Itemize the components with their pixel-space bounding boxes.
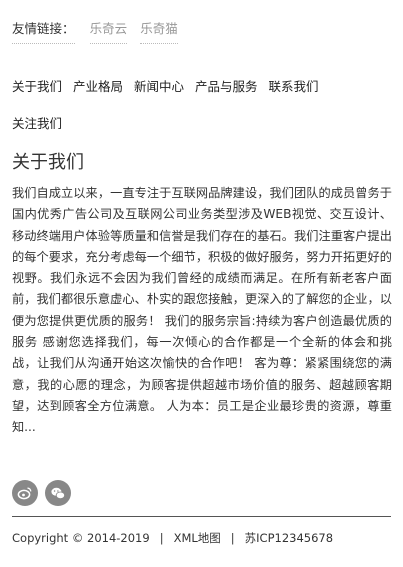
wechat-icon[interactable]: [45, 480, 71, 506]
nav-item-about[interactable]: 关于我们: [12, 79, 62, 94]
footer-separator: |: [159, 531, 164, 545]
footer-nav: 关于我们 产业格局 新闻中心 产品与服务 联系我们 关注我们: [12, 68, 395, 142]
nav-item-news[interactable]: 新闻中心: [134, 79, 184, 94]
copyright-text: Copyright © 2014-2019: [12, 531, 150, 545]
friend-links: 友情链接： 乐奇云 乐奇猫: [12, 18, 391, 44]
sitemap-link[interactable]: XML地图: [174, 531, 221, 545]
about-body: 我们自成立以来，一直专注于互联网品牌建设，我们团队的成员曾务于国内优秀广告公司及…: [12, 186, 392, 435]
social-links: [12, 480, 71, 506]
footer-separator: |: [230, 531, 235, 545]
footer-bar: Copyright © 2014-2019 | XML地图 | 苏ICP12345678: [12, 530, 333, 546]
nav-item-products[interactable]: 产品与服务: [195, 79, 258, 94]
nav-item-industry[interactable]: 产业格局: [73, 79, 123, 94]
friend-link-2[interactable]: 乐奇猫: [140, 18, 178, 44]
nav-item-contact[interactable]: 联系我们: [269, 79, 319, 94]
friend-link-1[interactable]: 乐奇云: [89, 18, 128, 44]
footer-divider: [12, 516, 391, 517]
weibo-icon[interactable]: [12, 480, 38, 506]
icp-link[interactable]: 苏ICP12345678: [245, 531, 333, 545]
nav-item-follow[interactable]: 关注我们: [12, 116, 62, 131]
friend-links-label: 友情链接：: [12, 18, 75, 44]
about-title: 关于我们: [12, 152, 84, 173]
